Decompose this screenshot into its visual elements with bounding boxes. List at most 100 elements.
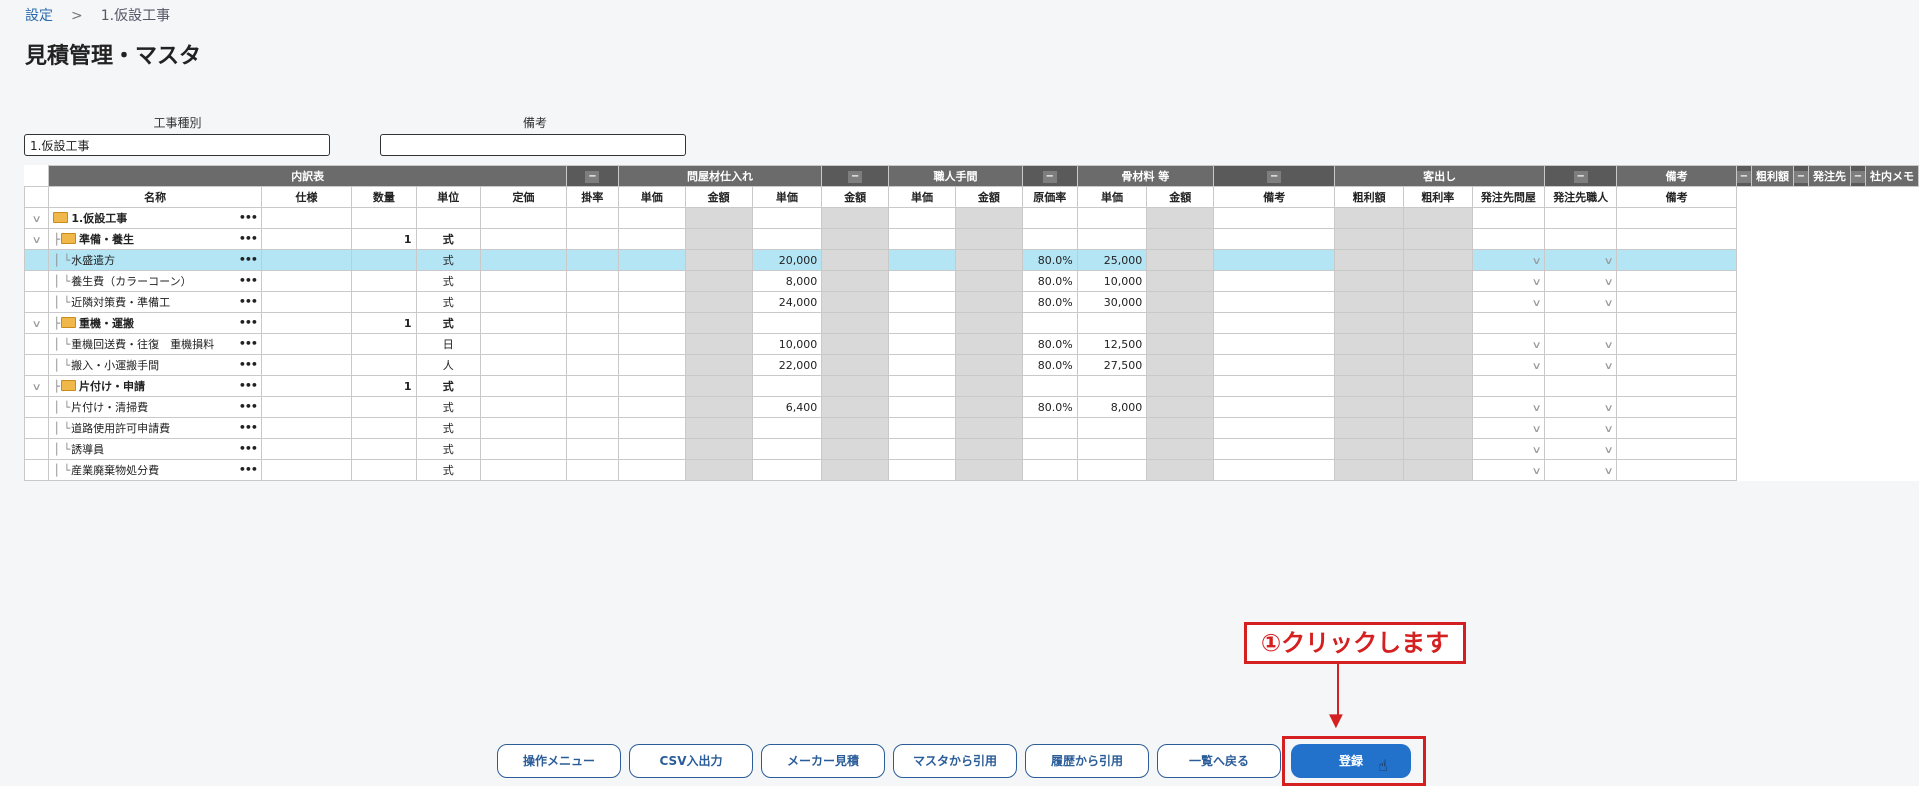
table-row[interactable]: │ └搬入・小運搬手間 ••• 人 22,000 80.0% 27,500 ∨ ∨	[23, 354, 1919, 376]
unit-cell[interactable]: 式	[415, 312, 481, 334]
grid-cell[interactable]	[1213, 438, 1336, 460]
grid-cell[interactable]	[888, 249, 956, 271]
sale-price-cell[interactable]	[1076, 228, 1148, 250]
grid-cell[interactable]	[684, 375, 753, 397]
grid-cell[interactable]	[260, 438, 353, 460]
grid-cell[interactable]	[821, 459, 890, 481]
grid-cell[interactable]	[479, 228, 567, 250]
grid-cell[interactable]	[1334, 459, 1404, 481]
supplier-wholesaler-select[interactable]: ∨	[1471, 333, 1546, 355]
grid-cell[interactable]	[479, 459, 567, 481]
expand-toggle[interactable]: ∨	[23, 312, 50, 334]
table-row[interactable]: ∨ ├ 準備・養生 ••• 1 式	[23, 228, 1919, 250]
more-options-icon[interactable]: •••	[239, 358, 258, 371]
grid-cell[interactable]	[617, 312, 686, 334]
supplier-wholesaler-select[interactable]: ∨	[1471, 291, 1546, 313]
sale-price-cell[interactable]: 25,000	[1076, 249, 1148, 271]
grid-cell[interactable]	[1616, 312, 1737, 334]
grid-cell[interactable]	[1334, 354, 1404, 376]
grid-cell[interactable]	[565, 438, 619, 460]
grid-cell[interactable]	[1146, 375, 1215, 397]
grid-cell[interactable]	[888, 354, 956, 376]
grid-cell[interactable]	[617, 354, 686, 376]
item-name-cell[interactable]: │ └水盛遣方 •••	[48, 249, 262, 271]
sale-price-cell[interactable]	[1076, 207, 1148, 229]
operation-menu-button[interactable]: 操作メニュー	[497, 744, 621, 778]
grid-cell[interactable]	[954, 375, 1023, 397]
grid-cell[interactable]	[260, 249, 353, 271]
grid-cell[interactable]	[821, 396, 890, 418]
grid-cell[interactable]	[821, 270, 890, 292]
qty-cell[interactable]	[351, 270, 417, 292]
grid-cell[interactable]	[617, 291, 686, 313]
grid-cell[interactable]	[1402, 396, 1473, 418]
grid-cell[interactable]	[954, 291, 1023, 313]
grid-cell[interactable]	[954, 249, 1023, 271]
grid-cell[interactable]	[1213, 417, 1336, 439]
item-name-cell[interactable]: │ └近隣対策費・準備工 •••	[48, 291, 262, 313]
table-row[interactable]: ∨ ├ 重機・運搬 ••• 1 式	[23, 312, 1919, 334]
grid-cell[interactable]	[1334, 312, 1404, 334]
grid-cell[interactable]	[821, 207, 890, 229]
labor-price-cell[interactable]: 20,000	[751, 249, 823, 271]
grid-cell[interactable]	[1402, 270, 1473, 292]
grid-cell[interactable]	[1334, 207, 1404, 229]
sale-price-cell[interactable]	[1076, 417, 1148, 439]
grid-cell[interactable]	[1616, 417, 1737, 439]
grid-cell[interactable]	[954, 354, 1023, 376]
cost-rate-cell[interactable]: 80.0%	[1021, 396, 1078, 418]
more-options-icon[interactable]: •••	[239, 211, 258, 224]
maker-estimate-button[interactable]: メーカー見積	[761, 744, 885, 778]
grid-cell[interactable]	[617, 417, 686, 439]
table-row[interactable]: │ └片付け・清掃費 ••• 式 6,400 80.0% 8,000 ∨ ∨	[23, 396, 1919, 418]
collapse-group-button[interactable]: −	[821, 165, 890, 187]
grid-cell[interactable]	[888, 228, 956, 250]
grid-cell[interactable]	[954, 207, 1023, 229]
more-options-icon[interactable]: •••	[239, 463, 258, 476]
grid-cell[interactable]	[1616, 249, 1737, 271]
grid-cell[interactable]	[1146, 312, 1215, 334]
cost-rate-cell[interactable]: 80.0%	[1021, 354, 1078, 376]
grid-cell[interactable]	[1616, 333, 1737, 355]
grid-cell[interactable]	[888, 438, 956, 460]
grid-cell[interactable]	[1471, 312, 1546, 334]
quote-from-history-button[interactable]: 履歴から引用	[1025, 744, 1149, 778]
grid-cell[interactable]	[684, 228, 753, 250]
item-name-cell[interactable]: │ └重機回送費・往復 重機損料 •••	[48, 333, 262, 355]
grid-cell[interactable]	[888, 417, 956, 439]
grid-cell[interactable]	[479, 354, 567, 376]
grid-cell[interactable]	[954, 396, 1023, 418]
grid-cell[interactable]	[684, 417, 753, 439]
table-row[interactable]: │ └水盛遣方 ••• 式 20,000 80.0% 25,000 ∨ ∨	[23, 249, 1919, 271]
table-row[interactable]: ∨ 1.仮設工事 •••	[23, 207, 1919, 229]
grid-cell[interactable]	[684, 396, 753, 418]
unit-cell[interactable]: 式	[415, 459, 481, 481]
grid-cell[interactable]	[684, 207, 753, 229]
item-name-cell[interactable]: 1.仮設工事 •••	[48, 207, 262, 229]
supplier-wholesaler-select[interactable]: ∨	[1471, 438, 1546, 460]
supplier-craftsman-select[interactable]: ∨	[1544, 417, 1618, 439]
item-name-cell[interactable]: ├ 準備・養生 •••	[48, 228, 262, 250]
biko-input[interactable]	[380, 134, 686, 156]
sale-price-cell[interactable]	[1076, 459, 1148, 481]
grid-cell[interactable]	[888, 459, 956, 481]
unit-cell[interactable]: 人	[415, 354, 481, 376]
more-options-icon[interactable]: •••	[239, 379, 258, 392]
grid-cell[interactable]	[617, 228, 686, 250]
labor-price-cell[interactable]	[751, 438, 823, 460]
labor-price-cell[interactable]: 8,000	[751, 270, 823, 292]
more-options-icon[interactable]: •••	[239, 274, 258, 287]
more-options-icon[interactable]: •••	[239, 316, 258, 329]
sale-price-cell[interactable]	[1076, 312, 1148, 334]
grid-cell[interactable]	[1146, 228, 1215, 250]
supplier-wholesaler-select[interactable]: ∨	[1471, 459, 1546, 481]
grid-cell[interactable]	[888, 207, 956, 229]
grid-cell[interactable]	[1544, 228, 1618, 250]
labor-price-cell[interactable]	[751, 228, 823, 250]
grid-cell[interactable]	[565, 396, 619, 418]
grid-cell[interactable]	[1402, 207, 1473, 229]
grid-cell[interactable]	[684, 459, 753, 481]
qty-cell[interactable]: 1	[351, 228, 417, 250]
sale-price-cell[interactable]: 10,000	[1076, 270, 1148, 292]
table-row[interactable]: │ └重機回送費・往復 重機損料 ••• 日 10,000 80.0% 12,500 ∨ ∨	[23, 333, 1919, 355]
